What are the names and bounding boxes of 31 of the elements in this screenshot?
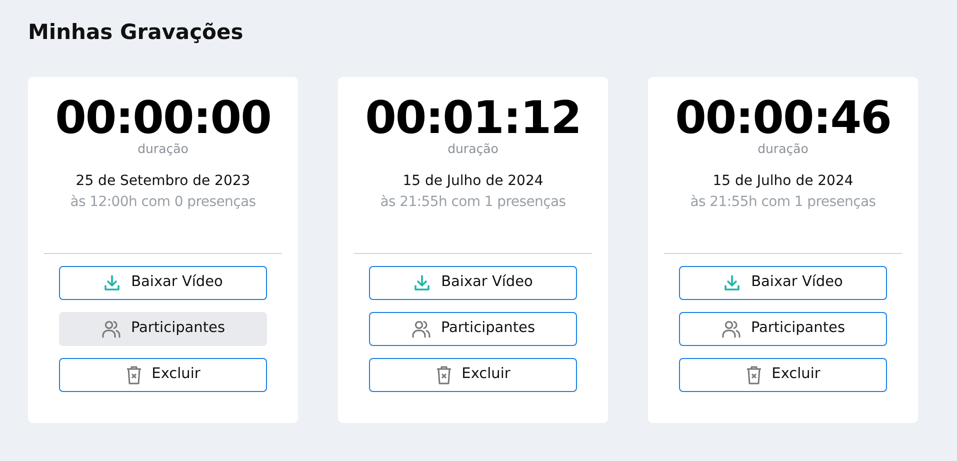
delete-button[interactable]: Excluir — [59, 358, 267, 392]
download-icon — [413, 274, 432, 292]
duration-text: 00:01:12 — [365, 95, 581, 140]
details-text: às 12:00h com 0 presenças — [70, 192, 256, 212]
users-icon — [410, 318, 431, 339]
download-icon — [103, 274, 122, 292]
users-icon — [720, 318, 741, 339]
download-icon — [723, 274, 742, 292]
trash-icon — [436, 364, 452, 385]
participants-button[interactable]: Participantes — [369, 312, 577, 346]
details-text: às 21:55h com 1 presenças — [690, 192, 876, 212]
download-button[interactable]: Baixar Vídeo — [59, 266, 267, 300]
download-button[interactable]: Baixar Vídeo — [679, 266, 887, 300]
date-text: 15 de Julho de 2024 — [712, 172, 854, 191]
details-text: às 21:55h com 1 presenças — [380, 192, 566, 212]
date-text: 25 de Setembro de 2023 — [76, 172, 250, 191]
trash-icon — [126, 364, 142, 385]
participants-button[interactable]: Participantes — [59, 312, 267, 346]
duration-text: 00:00:00 — [55, 95, 271, 140]
page-title: Minhas Gravações — [28, 20, 244, 46]
duration-text: 00:00:46 — [675, 95, 891, 140]
participants-button[interactable]: Participantes — [679, 312, 887, 346]
trash-icon — [746, 364, 762, 385]
date-text: 15 de Julho de 2024 — [402, 172, 544, 191]
duration-label: duração — [448, 140, 498, 158]
delete-button[interactable]: Excluir — [679, 358, 887, 392]
download-button[interactable]: Baixar Vídeo — [369, 266, 577, 300]
duration-label: duração — [138, 140, 188, 158]
users-icon — [100, 318, 121, 339]
delete-button[interactable]: Excluir — [369, 358, 577, 392]
duration-label: duração — [758, 140, 808, 158]
